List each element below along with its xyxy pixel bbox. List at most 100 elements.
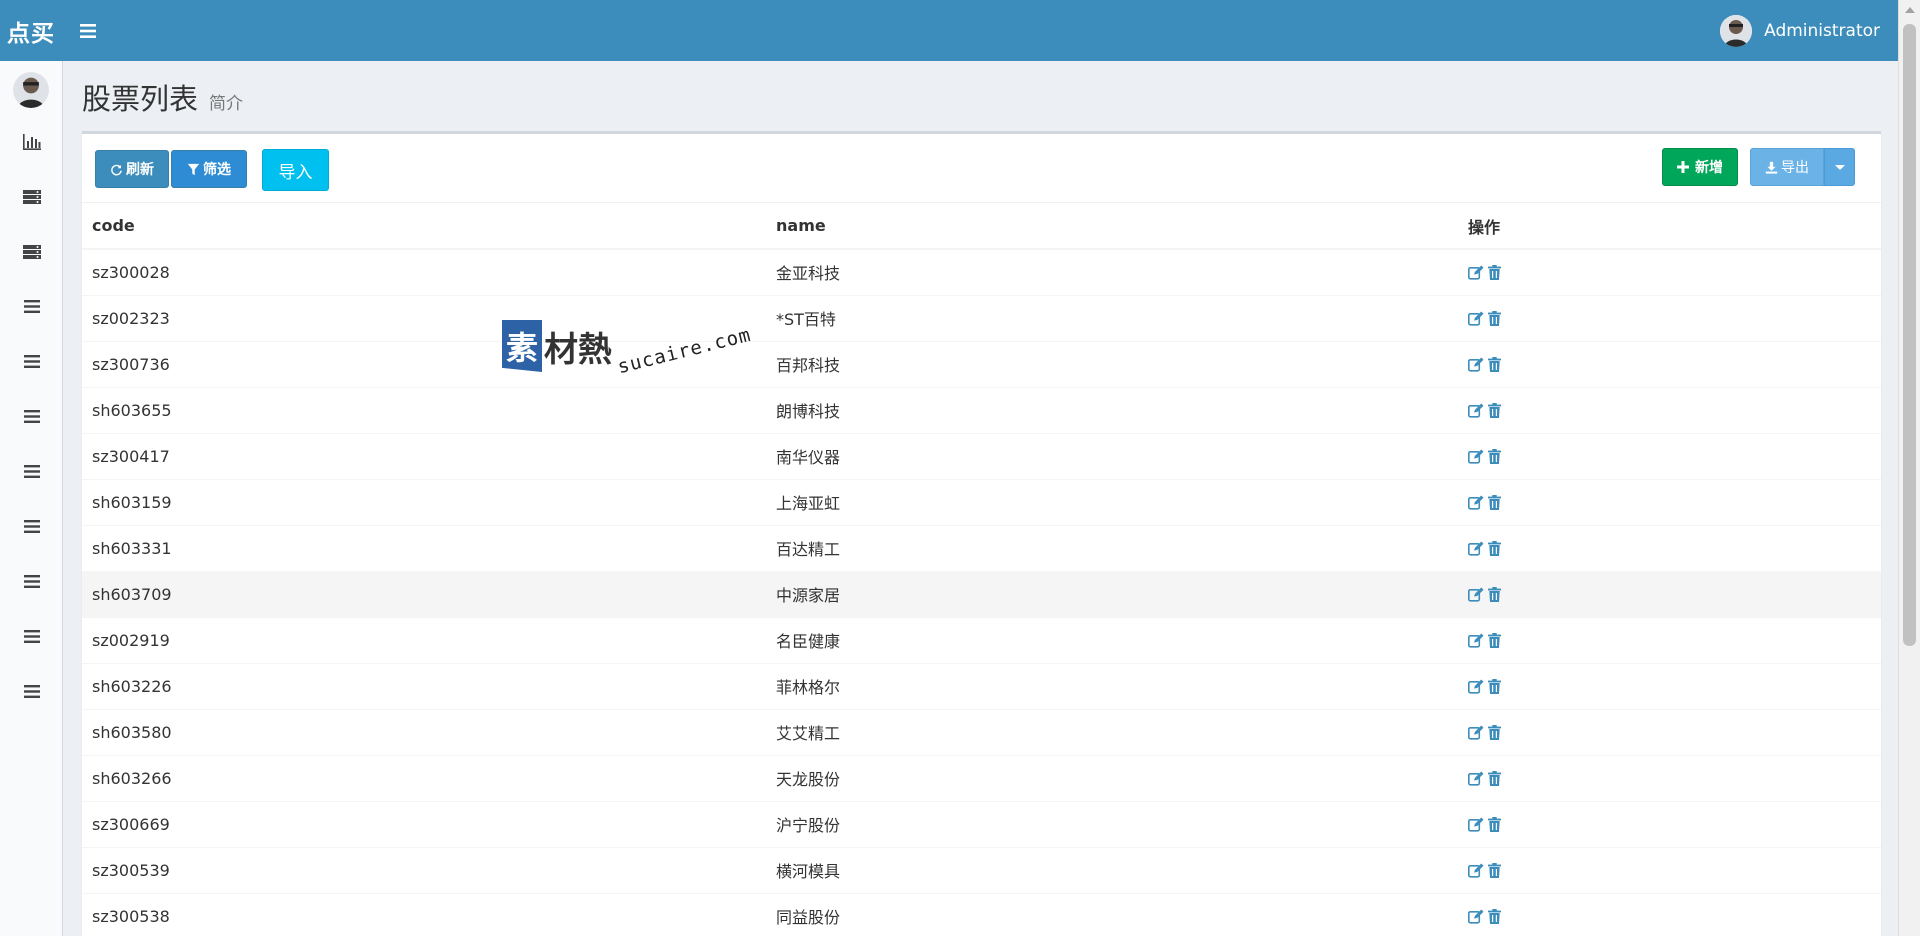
table-row[interactable]: sz300028 金亚科技 <box>82 249 1881 296</box>
trash-icon[interactable] <box>1488 540 1501 556</box>
sidebar-item-1[interactable] <box>0 114 63 169</box>
sidebar-item-9[interactable] <box>0 554 63 609</box>
table-row[interactable]: sz300417 南华仪器 <box>82 433 1881 480</box>
filter-button[interactable]: 筛选 <box>171 150 247 188</box>
stock-table: code name 操作 sz300028 金亚科技 sz002323 *ST百特 sz… <box>82 203 1881 936</box>
bar-chart-icon <box>22 133 41 150</box>
table-row[interactable]: sh603580 艾艾精工 <box>82 709 1881 756</box>
edit-icon[interactable] <box>1468 771 1484 786</box>
trash-icon[interactable] <box>1488 494 1501 510</box>
trash-icon[interactable] <box>1488 816 1501 832</box>
refresh-icon <box>111 164 122 175</box>
cell-name: 金亚科技 <box>766 249 1458 296</box>
column-header-code[interactable]: code <box>82 203 766 250</box>
cell-name: *ST百特 <box>766 295 1458 342</box>
column-header-name[interactable]: name <box>766 203 1458 250</box>
table-row[interactable]: sz300538 同益股份 <box>82 893 1881 936</box>
sidebar-item-8[interactable] <box>0 499 63 554</box>
trash-icon[interactable] <box>1488 862 1501 878</box>
edit-icon[interactable] <box>1468 357 1484 372</box>
table-row[interactable]: sz300539 横河模具 <box>82 847 1881 894</box>
table-row[interactable]: sz002323 *ST百特 <box>82 295 1881 342</box>
trash-icon[interactable] <box>1488 402 1501 418</box>
export-button[interactable]: 导出 <box>1750 148 1824 186</box>
edit-icon[interactable] <box>1468 909 1484 924</box>
list-icon <box>23 520 40 533</box>
trash-icon[interactable] <box>1488 586 1501 602</box>
cell-ops <box>1458 433 1881 480</box>
trash-icon[interactable] <box>1488 264 1501 280</box>
table-header-row: code name 操作 <box>82 203 1881 250</box>
content-header: 股票列表 简介 <box>82 76 243 118</box>
cell-ops <box>1458 525 1881 572</box>
edit-icon[interactable] <box>1468 403 1484 418</box>
refresh-label: 刷新 <box>126 162 154 178</box>
cell-ops <box>1458 571 1881 618</box>
edit-icon[interactable] <box>1468 679 1484 694</box>
table-row[interactable]: sz002919 名臣健康 <box>82 617 1881 664</box>
hamburger-icon <box>80 23 96 38</box>
edit-icon[interactable] <box>1468 863 1484 878</box>
add-button[interactable]: 新增 <box>1662 148 1738 186</box>
page-scrollbar[interactable] <box>1898 0 1920 936</box>
edit-icon[interactable] <box>1468 817 1484 832</box>
cell-ops <box>1458 295 1881 342</box>
table-row[interactable]: sh603655 朗博科技 <box>82 387 1881 434</box>
table-row[interactable]: sh603266 天龙股份 <box>82 755 1881 802</box>
trash-icon[interactable] <box>1488 632 1501 648</box>
user-name: Administrator <box>1764 20 1880 41</box>
cell-ops <box>1458 479 1881 526</box>
export-dropdown-toggle[interactable] <box>1824 148 1855 186</box>
trash-icon[interactable] <box>1488 724 1501 740</box>
trash-icon[interactable] <box>1488 356 1501 372</box>
sidebar-item-11[interactable] <box>0 664 63 719</box>
edit-icon[interactable] <box>1468 449 1484 464</box>
avatar <box>1720 14 1753 47</box>
filter-icon <box>187 163 200 175</box>
table-row[interactable]: sz300669 沪宁股份 <box>82 801 1881 848</box>
cell-ops <box>1458 617 1881 664</box>
table-row[interactable]: sh603331 百达精工 <box>82 525 1881 572</box>
edit-icon[interactable] <box>1468 725 1484 740</box>
app-logo[interactable]: 点买 <box>0 0 62 61</box>
cell-name: 百达精工 <box>766 525 1458 572</box>
sidebar-item-2[interactable] <box>0 169 63 224</box>
refresh-button[interactable]: 刷新 <box>95 150 169 188</box>
table-row[interactable]: sh603226 菲林格尔 <box>82 663 1881 710</box>
sidebar-item-10[interactable] <box>0 609 63 664</box>
list-icon <box>23 685 40 698</box>
edit-icon[interactable] <box>1468 633 1484 648</box>
sidebar-item-7[interactable] <box>0 444 63 499</box>
edit-icon[interactable] <box>1468 495 1484 510</box>
trash-icon[interactable] <box>1488 908 1501 924</box>
table-row[interactable]: sh603159 上海亚虹 <box>82 479 1881 526</box>
cell-name: 菲林格尔 <box>766 663 1458 710</box>
scroll-thumb[interactable] <box>1903 24 1916 646</box>
sidebar-item-4[interactable] <box>0 279 63 334</box>
trash-icon[interactable] <box>1488 448 1501 464</box>
toolbar: 刷新 筛选 导入 新增 导出 <box>82 134 1881 203</box>
sidebar-item-6[interactable] <box>0 389 63 444</box>
table-row[interactable]: sh603709 中源家居 <box>82 571 1881 618</box>
cell-ops <box>1458 801 1881 848</box>
plus-icon <box>1677 161 1689 173</box>
edit-icon[interactable] <box>1468 541 1484 556</box>
sidebar-toggle-button[interactable] <box>62 0 116 61</box>
trash-icon[interactable] <box>1488 310 1501 326</box>
trash-icon[interactable] <box>1488 770 1501 786</box>
user-menu[interactable]: Administrator <box>1720 14 1880 47</box>
table-row[interactable]: sz300736 百邦科技 <box>82 341 1881 388</box>
sidebar-item-3[interactable] <box>0 224 63 279</box>
cell-name: 中源家居 <box>766 571 1458 618</box>
edit-icon[interactable] <box>1468 311 1484 326</box>
top-header: 点买 Administrator <box>0 0 1898 61</box>
edit-icon[interactable] <box>1468 265 1484 280</box>
server-icon <box>22 189 41 204</box>
edit-icon[interactable] <box>1468 587 1484 602</box>
trash-icon[interactable] <box>1488 678 1501 694</box>
import-button[interactable]: 导入 <box>262 149 329 191</box>
scroll-up-arrow[interactable] <box>1905 7 1915 13</box>
sidebar <box>0 61 63 936</box>
sidebar-avatar[interactable] <box>13 72 49 108</box>
sidebar-item-5[interactable] <box>0 334 63 389</box>
